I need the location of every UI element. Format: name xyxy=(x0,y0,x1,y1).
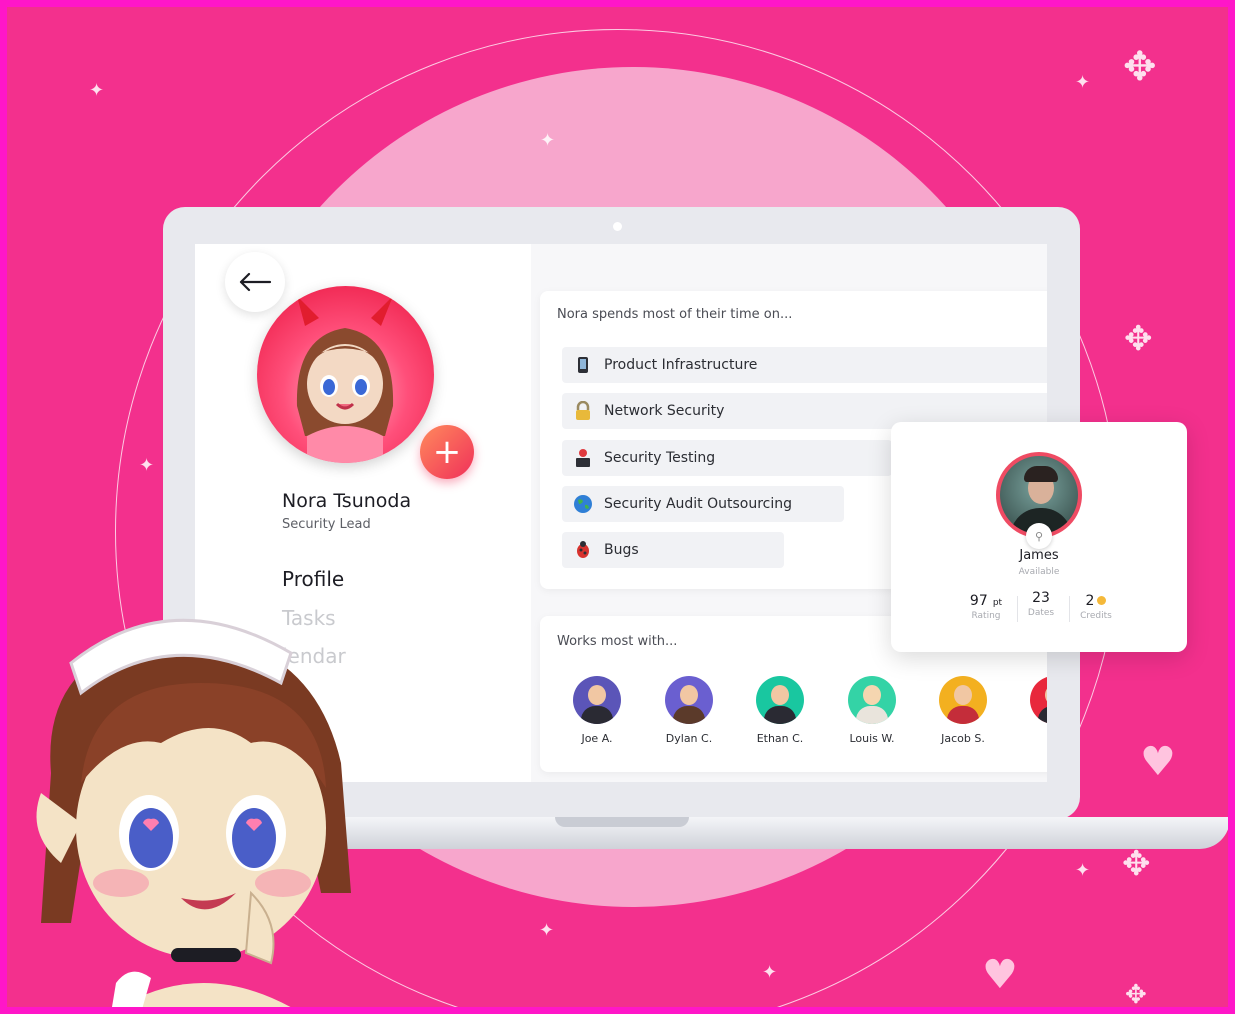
promo-canvas: ✦ ✦ ✦ ✥ ✥ ✦ ✦ ✥ ✦ ✦ ✥ ♥ ♥ + Nora Tsunoda… xyxy=(0,0,1235,1014)
collaborator-avatar xyxy=(756,676,804,724)
collaborator-avatar xyxy=(1030,676,1047,724)
collaborator-name: Joe A. xyxy=(581,732,613,745)
status-badge: ⚲ xyxy=(1026,523,1052,549)
collaborator[interactable]: Louis W. xyxy=(832,676,912,745)
sparkle-icon: ✦ xyxy=(762,962,778,983)
add-button[interactable]: + xyxy=(420,425,474,479)
sparkle-icon: ✥ xyxy=(1125,980,1147,1010)
collaborator[interactable]: Ju xyxy=(1014,676,1047,745)
person-at-desk-icon xyxy=(573,448,593,468)
collaborator-name: Ethan C. xyxy=(756,732,804,745)
mobile-phone-icon xyxy=(573,355,593,375)
sparkle-icon: ✦ xyxy=(89,80,105,101)
topic-label: Product Infrastructure xyxy=(604,357,758,373)
topic-product-infrastructure[interactable]: Product Infrastructure xyxy=(562,347,1047,383)
collaborator-avatar xyxy=(848,676,896,724)
topic-bugs[interactable]: Bugs xyxy=(562,532,784,568)
user-name: James xyxy=(1019,548,1059,563)
credits-stat: 2 Credits xyxy=(1061,590,1131,621)
maid-mascot-illustration xyxy=(21,593,401,1007)
globe-icon xyxy=(573,494,593,514)
collaborator-name: Louis W. xyxy=(849,732,895,745)
collaborator-avatar xyxy=(939,676,987,724)
collaborator[interactable]: Jacob S. xyxy=(923,676,1003,745)
heart-icon: ♥ xyxy=(982,952,1018,998)
coin-icon xyxy=(1097,596,1107,605)
topic-label: Bugs xyxy=(604,542,639,558)
bug-icon xyxy=(573,540,593,560)
topic-label: Security Audit Outsourcing xyxy=(604,496,793,512)
heart-icon: ♥ xyxy=(1140,739,1176,785)
user-status-card[interactable]: ⚲ James Available 97 pt Rating 23 Dates … xyxy=(891,422,1187,652)
sparkle-icon: ✦ xyxy=(540,130,556,151)
sparkle-icon: ✦ xyxy=(539,920,555,941)
credits-label: Credits xyxy=(1080,611,1112,621)
profile-avatar xyxy=(257,286,434,463)
person-icon: ⚲ xyxy=(1034,529,1044,543)
profile-role: Security Lead xyxy=(282,517,371,532)
profile-name: Nora Tsunoda xyxy=(282,490,412,512)
nav-item-profile[interactable]: Profile xyxy=(282,567,344,591)
focus-areas-title: Nora spends most of their time on... xyxy=(557,307,793,322)
rating-unit: pt xyxy=(992,598,1003,608)
collaborators-title: Works most with... xyxy=(557,634,678,649)
laptop-notch xyxy=(555,817,689,827)
laptop-camera xyxy=(613,222,622,231)
topic-security-testing[interactable]: Security Testing xyxy=(562,440,892,476)
sparkle-icon: ✦ xyxy=(1075,72,1091,93)
collaborator-avatar xyxy=(665,676,713,724)
collaborator-avatar xyxy=(573,676,621,724)
sparkle-icon: ✦ xyxy=(139,455,155,476)
rating-value: 97 xyxy=(969,593,988,609)
topic-security-audit-outsourcing[interactable]: Security Audit Outsourcing xyxy=(562,486,844,522)
collaborator[interactable]: Ethan C. xyxy=(740,676,820,745)
collaborator[interactable]: Joe A. xyxy=(557,676,637,745)
arrow-left-icon xyxy=(239,272,272,292)
collaborator-name: Ju xyxy=(1014,732,1047,745)
back-button[interactable] xyxy=(225,252,285,312)
collaborator-name: Dylan C. xyxy=(665,732,713,745)
sparkle-icon: ✥ xyxy=(1122,844,1151,884)
plus-icon: + xyxy=(432,432,462,472)
lock-icon xyxy=(573,401,593,421)
user-availability: Available xyxy=(1018,567,1060,577)
sparkle-icon: ✦ xyxy=(1075,860,1091,881)
sparkle-icon: ✥ xyxy=(1124,319,1153,359)
topic-label: Network Security xyxy=(604,403,725,419)
credits-value: 2 xyxy=(1085,593,1095,609)
collaborator-name: Jacob S. xyxy=(941,732,985,745)
sparkle-icon: ✥ xyxy=(1123,44,1157,90)
topic-label: Security Testing xyxy=(604,450,716,466)
collaborator[interactable]: Dylan C. xyxy=(649,676,729,745)
